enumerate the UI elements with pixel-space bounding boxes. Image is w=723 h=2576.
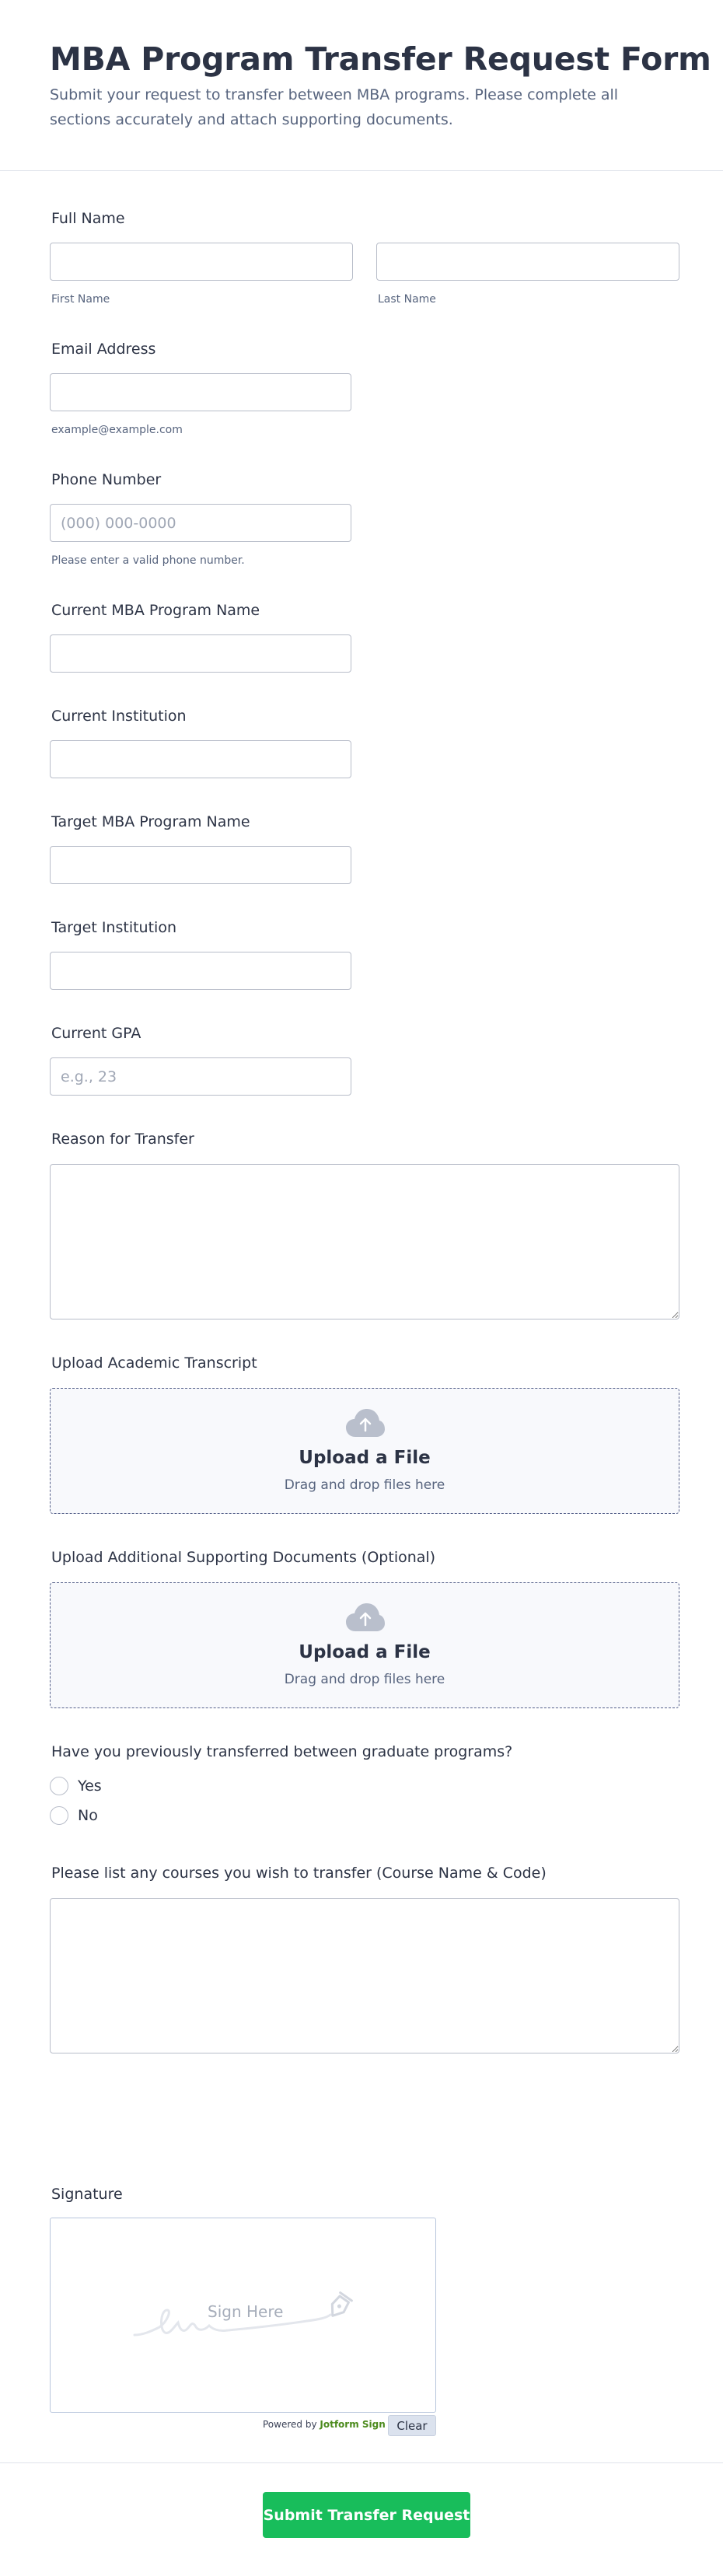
upload-subtitle: Drag and drop files here <box>284 1477 445 1493</box>
target-program-input[interactable] <box>50 846 351 884</box>
reason-label: Reason for Transfer <box>51 1131 194 1148</box>
radio-option-yes[interactable]: Yes <box>50 1775 102 1797</box>
courses-label: Please list any courses you wish to tran… <box>51 1865 547 1882</box>
phone-input[interactable] <box>50 504 351 542</box>
phone-sublabel: Please enter a valid phone number. <box>51 554 245 567</box>
page-subtitle: Submit your request to transfer between … <box>50 86 619 128</box>
page-title: MBA Program Transfer Request Form <box>50 40 711 78</box>
radio-option-no[interactable]: No <box>50 1805 98 1826</box>
transcript-upload-label: Upload Academic Transcript <box>51 1354 257 1372</box>
cloud-upload-icon <box>346 1409 385 1437</box>
radio-button[interactable] <box>50 1777 68 1795</box>
transcript-dropzone[interactable]: Upload a File Drag and drop files here <box>50 1388 679 1514</box>
radio-label: Yes <box>78 1777 102 1795</box>
upload-subtitle: Drag and drop files here <box>284 1672 445 1687</box>
radio-label: No <box>78 1807 98 1824</box>
upload-title: Upload a File <box>299 1642 431 1662</box>
form-header: MBA Program Transfer Request Form Submit… <box>0 0 723 171</box>
signature-placeholder: Sign Here <box>208 2302 284 2321</box>
submit-button[interactable]: Submit Transfer Request <box>263 2492 470 2538</box>
email-sublabel: example@example.com <box>51 424 183 436</box>
gpa-input[interactable] <box>50 1057 351 1096</box>
footer-divider <box>0 2462 723 2463</box>
target-institution-label: Target Institution <box>51 919 176 936</box>
email-field[interactable] <box>50 373 351 411</box>
last-name-input[interactable] <box>376 243 679 281</box>
courses-textarea[interactable] <box>50 1898 679 2053</box>
current-institution-input[interactable] <box>50 740 351 778</box>
target-program-label: Target MBA Program Name <box>51 813 250 830</box>
signature-label: Signature <box>51 2186 123 2203</box>
radio-button[interactable] <box>50 1806 68 1825</box>
powered-prefix: Powered by <box>263 2419 317 2430</box>
powered-brand[interactable]: Jotform Sign <box>320 2419 385 2430</box>
signature-pad[interactable]: Sign Here <box>50 2218 436 2413</box>
cloud-upload-icon <box>346 1603 385 1631</box>
current-institution-label: Current Institution <box>51 708 187 725</box>
previous-transfer-question: Have you previously transferred between … <box>51 1743 513 1760</box>
full-name-label: Full Name <box>51 210 125 227</box>
first-name-input[interactable] <box>50 243 353 281</box>
gpa-label: Current GPA <box>51 1025 141 1042</box>
current-program-input[interactable] <box>50 634 351 673</box>
supporting-upload-label: Upload Additional Supporting Documents (… <box>51 1549 436 1566</box>
powered-by-text: Powered by Jotform Sign <box>263 2419 386 2430</box>
current-program-label: Current MBA Program Name <box>51 602 260 619</box>
clear-signature-button[interactable]: Clear <box>388 2415 436 2436</box>
target-institution-input[interactable] <box>50 952 351 990</box>
phone-label: Phone Number <box>51 471 162 488</box>
upload-title: Upload a File <box>299 1448 431 1468</box>
supporting-dropzone[interactable]: Upload a File Drag and drop files here <box>50 1582 679 1708</box>
reason-textarea[interactable] <box>50 1164 679 1319</box>
first-name-sublabel: First Name <box>51 293 110 306</box>
email-label: Email Address <box>51 341 156 358</box>
last-name-sublabel: Last Name <box>378 293 436 306</box>
